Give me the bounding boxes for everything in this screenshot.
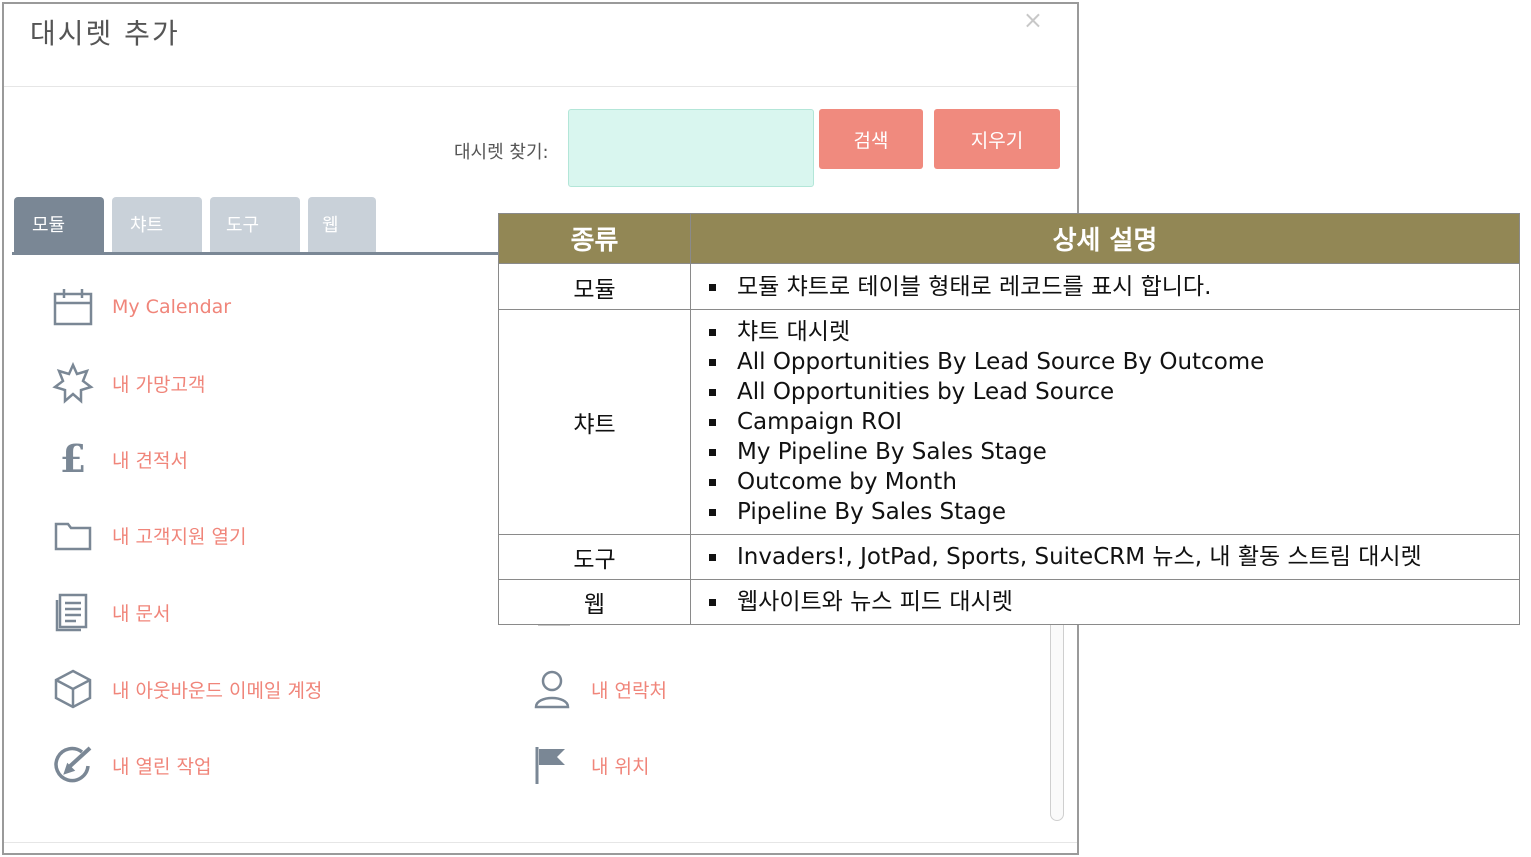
close-icon[interactable]: × [1023, 8, 1043, 32]
dashlet-item-label: My Calendar [112, 296, 232, 318]
dialog-title: 대시렛 추가 [30, 17, 180, 50]
dashlet-item-my-open-cases[interactable]: 내 고객지원 열기 [50, 510, 246, 560]
table-row: 도구 Invaders!, JotPad, Sports, SuiteCRM 뉴… [498, 534, 1520, 580]
header-type: 종류 [498, 213, 691, 264]
list-item: Pipeline By Sales Stage [707, 497, 1519, 527]
clear-button[interactable]: 지우기 [934, 109, 1060, 169]
row-description: Invaders!, JotPad, Sports, SuiteCRM 뉴스, … [690, 534, 1520, 580]
dashlet-item-my-calendar[interactable]: My Calendar [50, 282, 231, 332]
dashlet-item-my-outbound-email[interactable]: 내 아웃바운드 이메일 계정 [50, 664, 322, 714]
dashlet-item-label: 내 견적서 [112, 449, 188, 472]
dashlet-item-my-leads[interactable]: 내 가망고객 [50, 358, 205, 408]
dashlet-search-input[interactable] [568, 109, 814, 187]
list-item: 웹사이트와 뉴스 피드 대시렛 [707, 587, 1519, 617]
pound-icon: £ [50, 436, 96, 482]
list-item: Outcome by Month [707, 467, 1519, 497]
dashlet-item-my-contacts[interactable]: 내 연락처 [529, 664, 667, 714]
task-edit-icon [50, 742, 96, 788]
dashlet-item-label: 내 위치 [591, 755, 650, 778]
row-description: 웹사이트와 뉴스 피드 대시렛 [690, 579, 1520, 625]
row-description: 챠트 대시렛 All Opportunities By Lead Source … [690, 309, 1520, 535]
table-row: 모듈 모듈 챠트로 테이블 형태로 레코드를 표시 합니다. [498, 263, 1520, 310]
row-type: 웹 [498, 579, 691, 625]
flag-icon [529, 742, 575, 788]
dashlet-item-my-quotes[interactable]: £ 내 견적서 [50, 434, 188, 484]
header-description: 상세 설명 [690, 213, 1520, 264]
star-burst-icon [50, 360, 96, 406]
table-header-row: 종류 상세 설명 [498, 213, 1520, 264]
list-item: All Opportunities By Lead Source By Outc… [707, 347, 1519, 377]
row-type: 챠트 [498, 309, 691, 535]
row-type: 모듈 [498, 263, 691, 310]
list-item: Campaign ROI [707, 407, 1519, 437]
dashlet-item-my-documents[interactable]: 내 문서 [50, 587, 170, 637]
dashlet-type-table: 종류 상세 설명 모듈 모듈 챠트로 테이블 형태로 레코드를 표시 합니다. … [498, 213, 1520, 625]
folder-icon [50, 512, 96, 558]
list-scrollbar[interactable] [1050, 616, 1064, 821]
document-icon [50, 589, 96, 635]
cube-icon [50, 666, 96, 712]
svg-text:£: £ [60, 438, 86, 480]
list-item: 모듈 챠트로 테이블 형태로 레코드를 표시 합니다. [707, 272, 1519, 302]
list-item: My Pipeline By Sales Stage [707, 437, 1519, 467]
tab-module[interactable]: 모듈 [14, 197, 104, 252]
person-icon [529, 666, 575, 712]
search-button[interactable]: 검색 [819, 109, 923, 169]
dashlet-item-label: 내 가망고객 [112, 373, 206, 396]
tab-tool[interactable]: 도구 [210, 197, 300, 252]
table-row: 웹 웹사이트와 뉴스 피드 대시렛 [498, 579, 1520, 625]
calendar-icon [50, 284, 96, 330]
dashlet-item-label: 내 고객지원 열기 [112, 525, 247, 548]
table-row: 챠트 챠트 대시렛 All Opportunities By Lead Sour… [498, 309, 1520, 535]
list-item: 챠트 대시렛 [707, 317, 1519, 347]
dashlet-item-my-open-tasks[interactable]: 내 열린 작업 [50, 740, 211, 790]
search-label: 대시렛 찾기: [454, 142, 549, 163]
footer-divider [4, 842, 1077, 843]
dashlet-item-label: 내 연락처 [591, 679, 667, 702]
tab-web[interactable]: 웹 [308, 197, 376, 252]
list-item: All Opportunities by Lead Source [707, 377, 1519, 407]
dashlet-item-my-locations[interactable]: 내 위치 [529, 740, 649, 790]
dashlet-item-label: 내 열린 작업 [112, 755, 212, 778]
dashlet-item-label: 내 아웃바운드 이메일 계정 [112, 679, 323, 702]
dashlet-item-label: 내 문서 [112, 602, 171, 625]
title-divider [4, 86, 1077, 87]
tab-chart[interactable]: 챠트 [112, 197, 202, 252]
row-description: 모듈 챠트로 테이블 형태로 레코드를 표시 합니다. [690, 263, 1520, 310]
row-type: 도구 [498, 534, 691, 580]
list-item: Invaders!, JotPad, Sports, SuiteCRM 뉴스, … [707, 542, 1519, 572]
